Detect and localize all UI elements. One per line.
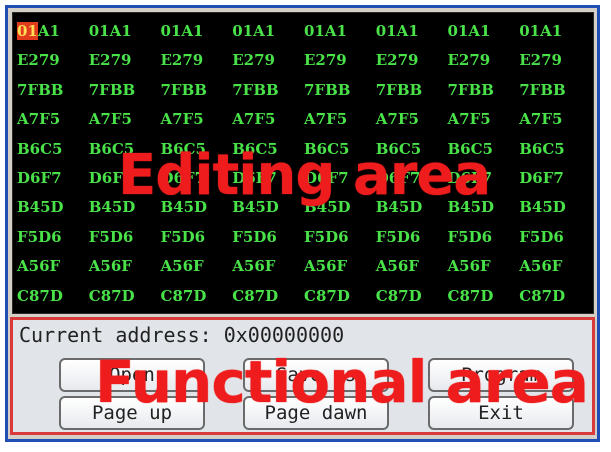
hex-cell[interactable]: A56F (519, 252, 591, 281)
current-address: Current address: 0x00000000 (19, 323, 344, 347)
page-up-button[interactable]: Page up (59, 396, 205, 430)
hex-grid: 01A1 01A1 01A1 01A1 01A1 01A1 01A1 01A1 E279 E279… (17, 17, 591, 311)
app-window: 01A1 01A1 01A1 01A1 01A1 01A1 01A1 01A1 E279 E279… (5, 5, 600, 442)
hex-cell[interactable]: A56F (89, 252, 161, 281)
hex-cell[interactable]: B6C5 (448, 135, 520, 164)
hex-cell[interactable]: 7FBB (376, 76, 448, 105)
hex-cell[interactable]: C87D (232, 282, 304, 311)
hex-cell[interactable]: A7F5 (376, 105, 448, 134)
hex-cell[interactable]: 7FBB (17, 76, 89, 105)
hex-cell[interactable]: C87D (304, 282, 376, 311)
hex-cell[interactable]: D6F7 (232, 164, 304, 193)
hex-cell[interactable]: B6C5 (376, 135, 448, 164)
hex-cell[interactable]: C87D (376, 282, 448, 311)
hex-cell[interactable]: E279 (448, 46, 520, 75)
hex-cell[interactable]: D6F7 (17, 164, 89, 193)
hex-cell[interactable]: B45D (232, 193, 304, 222)
cursor-highlight: 01 (17, 22, 38, 40)
open-button[interactable]: Open (59, 358, 205, 392)
exit-button[interactable]: Exit (428, 396, 574, 430)
hex-cell[interactable]: A7F5 (161, 105, 233, 134)
hex-cell-text: A1 (37, 22, 60, 40)
hex-cell[interactable]: E279 (376, 46, 448, 75)
hex-cell[interactable]: D6F7 (376, 164, 448, 193)
program-button[interactable]: Program (428, 358, 574, 392)
page-down-button[interactable]: Page dawn (243, 396, 389, 430)
hex-cell[interactable]: 01A1 (376, 17, 448, 46)
hex-cell[interactable]: D6F7 (161, 164, 233, 193)
hex-cell[interactable]: F5D6 (376, 223, 448, 252)
hex-cell[interactable]: F5D6 (304, 223, 376, 252)
hex-cell[interactable]: F5D6 (448, 223, 520, 252)
hex-cell[interactable]: A7F5 (17, 105, 89, 134)
editing-area[interactable]: 01A1 01A1 01A1 01A1 01A1 01A1 01A1 01A1 E279 E279… (12, 12, 594, 314)
hex-cell[interactable]: 01A1 (304, 17, 376, 46)
address-label: Current address: (19, 323, 212, 347)
hex-cell[interactable]: E279 (304, 46, 376, 75)
hex-cell[interactable]: A7F5 (448, 105, 520, 134)
hex-cell[interactable]: B45D (89, 193, 161, 222)
hex-cell[interactable]: C87D (519, 282, 591, 311)
hex-cell[interactable]: A56F (232, 252, 304, 281)
save-as-button[interactable]: Save as (243, 358, 389, 392)
hex-cell[interactable]: 01A1 (161, 17, 233, 46)
hex-cell[interactable]: A7F5 (232, 105, 304, 134)
hex-cell[interactable]: 01A1 (519, 17, 591, 46)
hex-cell[interactable]: B6C5 (161, 135, 233, 164)
hex-cell[interactable]: B45D (376, 193, 448, 222)
hex-cell[interactable]: 01A1 (17, 17, 89, 46)
hex-cell[interactable]: 7FBB (161, 76, 233, 105)
hex-cell[interactable]: B6C5 (304, 135, 376, 164)
hex-cell[interactable]: B45D (304, 193, 376, 222)
address-value: 0x00000000 (223, 323, 345, 347)
hex-cell[interactable]: E279 (89, 46, 161, 75)
hex-cell[interactable]: C87D (89, 282, 161, 311)
hex-cell[interactable]: F5D6 (519, 223, 591, 252)
hex-cell[interactable]: E279 (17, 46, 89, 75)
hex-cell[interactable]: F5D6 (17, 223, 89, 252)
hex-cell[interactable]: A56F (448, 252, 520, 281)
hex-cell[interactable]: B45D (448, 193, 520, 222)
hex-cell[interactable]: A56F (161, 252, 233, 281)
hex-cell[interactable]: 7FBB (89, 76, 161, 105)
hex-cell[interactable]: A56F (376, 252, 448, 281)
hex-cell[interactable]: 01A1 (448, 17, 520, 46)
hex-cell[interactable]: C87D (448, 282, 520, 311)
hex-cell[interactable]: B6C5 (232, 135, 304, 164)
hex-cell[interactable]: D6F7 (519, 164, 591, 193)
hex-cell[interactable]: E279 (519, 46, 591, 75)
hex-cell[interactable]: A56F (304, 252, 376, 281)
hex-cell[interactable]: 7FBB (519, 76, 591, 105)
hex-cell[interactable]: B6C5 (89, 135, 161, 164)
hex-cell[interactable]: E279 (232, 46, 304, 75)
hex-cell[interactable]: B6C5 (519, 135, 591, 164)
hex-cell[interactable]: D6F7 (89, 164, 161, 193)
hex-cell[interactable]: A7F5 (89, 105, 161, 134)
hex-cell[interactable]: A7F5 (304, 105, 376, 134)
hex-cell[interactable]: F5D6 (161, 223, 233, 252)
hex-cell[interactable]: F5D6 (232, 223, 304, 252)
hex-cell[interactable]: B45D (519, 193, 591, 222)
hex-cell[interactable]: D6F7 (448, 164, 520, 193)
hex-cell[interactable]: F5D6 (89, 223, 161, 252)
functional-area: Current address: 0x00000000 Open Save as… (10, 317, 595, 435)
hex-cell[interactable]: 7FBB (232, 76, 304, 105)
hex-cell[interactable]: B45D (17, 193, 89, 222)
hex-cell[interactable]: D6F7 (304, 164, 376, 193)
hex-cell[interactable]: 7FBB (304, 76, 376, 105)
hex-cell[interactable]: B45D (161, 193, 233, 222)
hex-cell[interactable]: 7FBB (448, 76, 520, 105)
hex-cell[interactable]: C87D (17, 282, 89, 311)
hex-cell[interactable]: 01A1 (89, 17, 161, 46)
hex-cell[interactable]: A56F (17, 252, 89, 281)
hex-cell[interactable]: E279 (161, 46, 233, 75)
hex-cell[interactable]: A7F5 (519, 105, 591, 134)
hex-cell[interactable]: 01A1 (232, 17, 304, 46)
hex-cell[interactable]: B6C5 (17, 135, 89, 164)
hex-cell[interactable]: C87D (161, 282, 233, 311)
